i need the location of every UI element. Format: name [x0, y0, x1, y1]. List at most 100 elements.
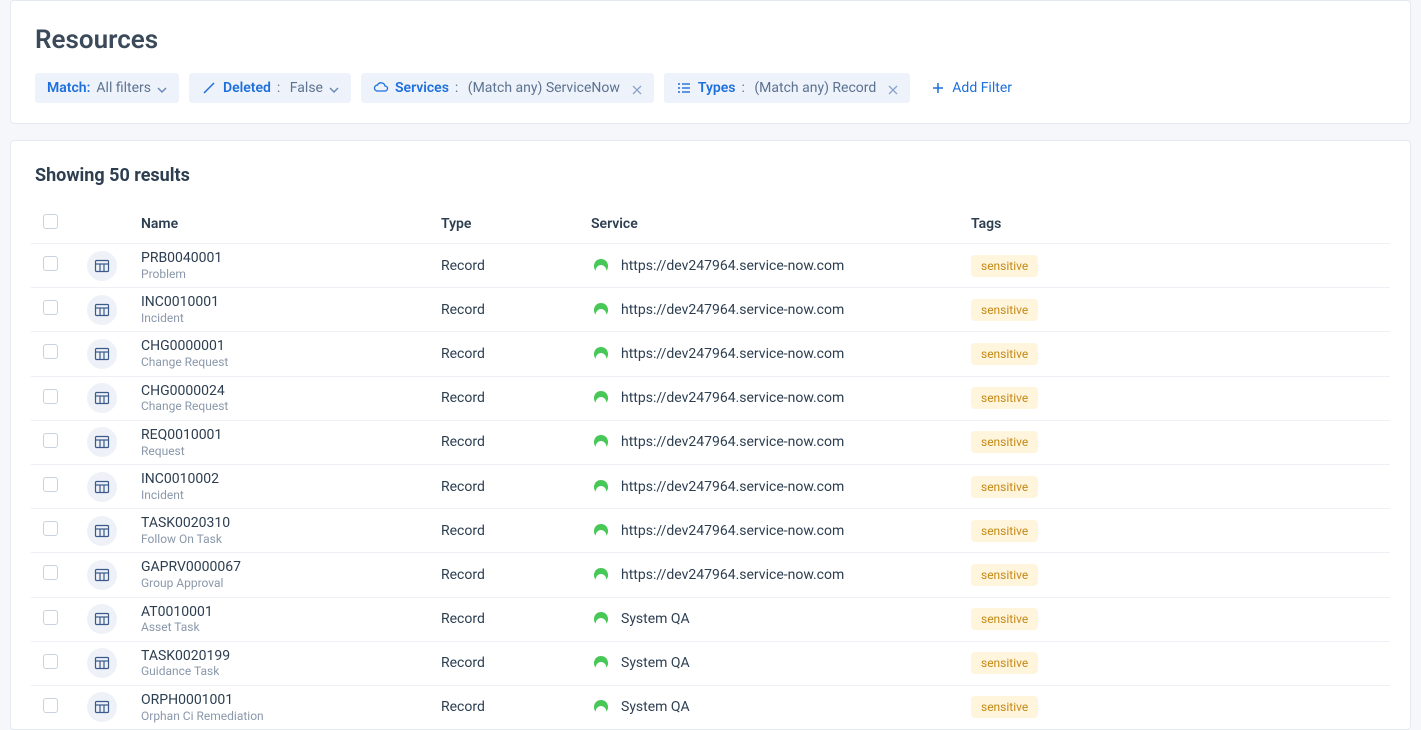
- filter-services[interactable]: Services: (Match any) ServiceNow: [361, 73, 654, 103]
- servicenow-icon: [591, 432, 611, 452]
- tag-chip[interactable]: sensitive: [971, 652, 1038, 674]
- servicenow-icon: [591, 609, 611, 629]
- row-type: Record: [441, 434, 485, 450]
- row-subtype: Change Request: [141, 399, 417, 413]
- table-row[interactable]: INC0010002 Incident Record https://dev24…: [31, 464, 1390, 508]
- remove-filter-icon[interactable]: [888, 83, 898, 93]
- table-row[interactable]: INC0010001 Incident Record https://dev24…: [31, 288, 1390, 332]
- table-header-row: Name Type Service Tags: [31, 204, 1390, 244]
- chevron-down-icon: [329, 83, 339, 93]
- row-checkbox[interactable]: [43, 344, 58, 359]
- col-tags-header[interactable]: Tags: [959, 204, 1390, 244]
- row-checkbox[interactable]: [43, 654, 58, 669]
- row-checkbox[interactable]: [43, 565, 58, 580]
- page-title: Resources: [35, 25, 1386, 55]
- row-name: INC0010002: [141, 471, 417, 488]
- row-subtype: Guidance Task: [141, 664, 417, 678]
- tag-chip[interactable]: sensitive: [971, 255, 1038, 277]
- record-icon: [87, 251, 117, 281]
- row-checkbox[interactable]: [43, 389, 58, 404]
- tag-chip[interactable]: sensitive: [971, 476, 1038, 498]
- row-name: GAPRV0000067: [141, 559, 417, 576]
- row-name: PRB0040001: [141, 250, 417, 267]
- tag-chip[interactable]: sensitive: [971, 564, 1038, 586]
- table-row[interactable]: GAPRV0000067 Group Approval Record https…: [31, 553, 1390, 597]
- remove-filter-icon[interactable]: [632, 83, 642, 93]
- tag-chip[interactable]: sensitive: [971, 343, 1038, 365]
- tag-chip[interactable]: sensitive: [971, 299, 1038, 321]
- filter-match-value: All filters: [96, 80, 151, 96]
- filter-deleted[interactable]: Deleted: False: [189, 73, 351, 103]
- col-type-header[interactable]: Type: [429, 204, 579, 244]
- record-icon: [87, 339, 117, 369]
- row-checkbox[interactable]: [43, 433, 58, 448]
- row-checkbox[interactable]: [43, 698, 58, 713]
- row-type: Record: [441, 479, 485, 495]
- servicenow-icon: [591, 256, 611, 276]
- filter-types-label: Types: [698, 80, 736, 96]
- plus-icon: [932, 82, 944, 94]
- col-name-header[interactable]: Name: [129, 204, 429, 244]
- row-service: https://dev247964.service-now.com: [621, 567, 844, 583]
- table-row[interactable]: TASK0020310 Follow On Task Record https:…: [31, 509, 1390, 553]
- table-row[interactable]: TASK0020199 Guidance Task Record System …: [31, 641, 1390, 685]
- list-icon: [676, 80, 692, 96]
- servicenow-icon: [591, 477, 611, 497]
- table-row[interactable]: CHG0000024 Change Request Record https:/…: [31, 376, 1390, 420]
- add-filter-button[interactable]: Add Filter: [920, 73, 1024, 103]
- record-icon: [87, 427, 117, 457]
- row-type: Record: [441, 302, 485, 318]
- select-all-checkbox[interactable]: [43, 214, 58, 229]
- row-service: https://dev247964.service-now.com: [621, 434, 844, 450]
- table-row[interactable]: AT0010001 Asset Task Record System QA se…: [31, 597, 1390, 641]
- table-row[interactable]: ORPH0001001 Orphan Ci Remediation Record…: [31, 685, 1390, 729]
- row-name: CHG0000001: [141, 338, 417, 355]
- tag-chip[interactable]: sensitive: [971, 608, 1038, 630]
- row-checkbox[interactable]: [43, 521, 58, 536]
- row-service: https://dev247964.service-now.com: [621, 523, 844, 539]
- tag-chip[interactable]: sensitive: [971, 431, 1038, 453]
- servicenow-icon: [591, 521, 611, 541]
- servicenow-icon: [591, 653, 611, 673]
- record-icon: [87, 516, 117, 546]
- record-icon: [87, 295, 117, 325]
- record-icon: [87, 383, 117, 413]
- row-type: Record: [441, 567, 485, 583]
- tag-chip[interactable]: sensitive: [971, 387, 1038, 409]
- servicenow-icon: [591, 697, 611, 717]
- row-name: CHG0000024: [141, 383, 417, 400]
- row-subtype: Change Request: [141, 355, 417, 369]
- row-type: Record: [441, 611, 485, 627]
- row-service: System QA: [621, 655, 690, 671]
- filter-types[interactable]: Types: (Match any) Record: [664, 73, 910, 103]
- table-row[interactable]: CHG0000001 Change Request Record https:/…: [31, 332, 1390, 376]
- row-checkbox[interactable]: [43, 477, 58, 492]
- row-name: REQ0010001: [141, 427, 417, 444]
- table-row[interactable]: PRB0040001 Problem Record https://dev247…: [31, 244, 1390, 288]
- row-subtype: Orphan Ci Remediation: [141, 709, 417, 723]
- row-subtype: Group Approval: [141, 576, 417, 590]
- row-checkbox[interactable]: [43, 300, 58, 315]
- record-icon: [87, 472, 117, 502]
- cloud-icon: [373, 80, 389, 96]
- row-service: System QA: [621, 699, 690, 715]
- row-service: https://dev247964.service-now.com: [621, 346, 844, 362]
- table-row[interactable]: REQ0010001 Request Record https://dev247…: [31, 420, 1390, 464]
- filter-match[interactable]: Match: All filters: [35, 73, 179, 103]
- results-panel: Showing 50 results Name Type Service Tag…: [10, 140, 1411, 730]
- row-type: Record: [441, 523, 485, 539]
- row-checkbox[interactable]: [43, 256, 58, 271]
- row-checkbox[interactable]: [43, 610, 58, 625]
- servicenow-icon: [591, 300, 611, 320]
- tag-chip[interactable]: sensitive: [971, 696, 1038, 718]
- row-name: INC0010001: [141, 294, 417, 311]
- row-type: Record: [441, 390, 485, 406]
- row-type: Record: [441, 699, 485, 715]
- filter-deleted-label: Deleted: [223, 80, 271, 96]
- row-subtype: Incident: [141, 311, 417, 325]
- filter-types-value: (Match any) Record: [754, 80, 876, 96]
- tag-chip[interactable]: sensitive: [971, 520, 1038, 542]
- filter-deleted-value: False: [290, 80, 323, 96]
- col-service-header[interactable]: Service: [579, 204, 959, 244]
- deleted-icon: [201, 80, 217, 96]
